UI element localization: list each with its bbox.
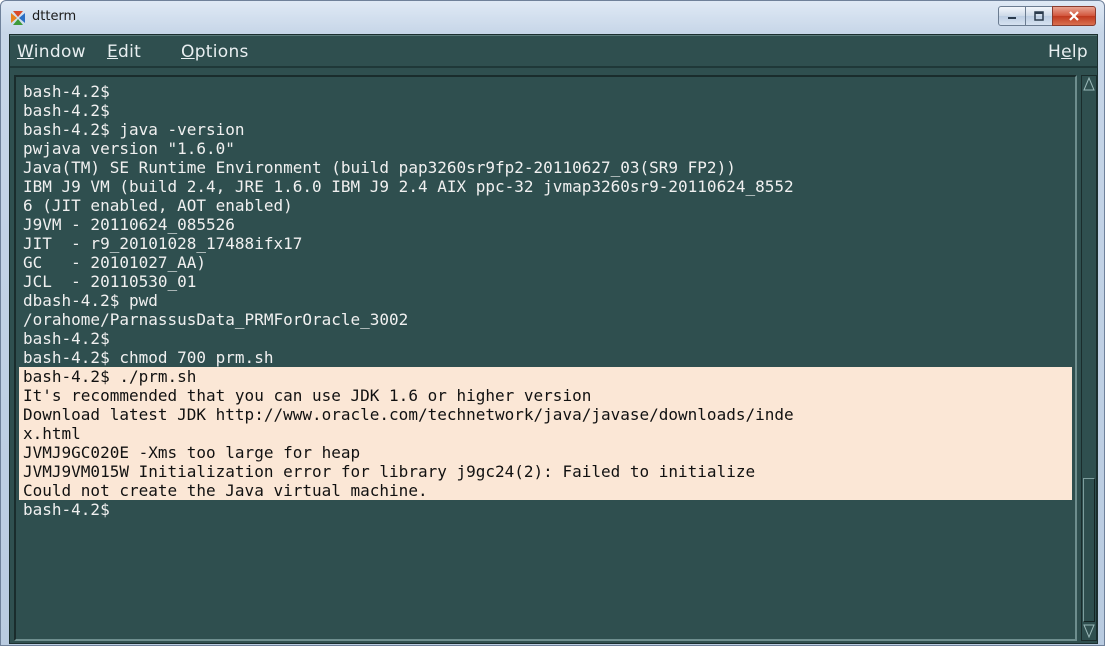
scrollbar-thumb[interactable] xyxy=(1083,478,1095,622)
menu-help[interactable]: Help xyxy=(1048,42,1088,62)
terminal-frame: bash-4.2$ bash-4.2$ bash-4.2$ java -vers… xyxy=(14,75,1077,641)
terminal-line: bash-4.2$ xyxy=(23,500,110,519)
minimize-button[interactable] xyxy=(998,6,1026,26)
terminal-line-highlighted: x.html xyxy=(19,424,1072,443)
terminal-line-highlighted: It's recommended that you can use JDK 1.… xyxy=(19,386,1072,405)
terminal-line-highlighted: bash-4.2$ ./prm.sh xyxy=(19,367,1072,386)
terminal-line: JCL - 20110530_01 xyxy=(23,272,197,291)
terminal-line: bash-4.2$ xyxy=(23,82,110,101)
menu-window-mnemonic: W xyxy=(17,42,34,62)
menu-edit-label: dit xyxy=(118,42,142,62)
menu-options[interactable]: Options xyxy=(181,42,249,62)
terminal-line: GC - 20101027_AA) xyxy=(23,253,207,272)
close-button[interactable] xyxy=(1052,6,1096,26)
window-controls xyxy=(998,6,1096,26)
window-title: dtterm xyxy=(32,9,77,24)
maximize-button[interactable] xyxy=(1025,6,1053,26)
terminal-line-highlighted: JVMJ9GC020E -Xms too large for heap xyxy=(19,443,1072,462)
terminal-output[interactable]: bash-4.2$ bash-4.2$ bash-4.2$ java -vers… xyxy=(19,80,1072,636)
menu-edit[interactable]: Edit xyxy=(107,42,141,62)
terminal-line: J9VM - 20110624_085526 xyxy=(23,215,235,234)
terminal-line-highlighted: Download latest JDK http://www.oracle.co… xyxy=(19,405,1072,424)
scroll-up-arrow-icon[interactable] xyxy=(1083,77,1095,91)
terminal-line: bash-4.2$ xyxy=(23,101,110,120)
title-bar[interactable]: dtterm xyxy=(1,1,1104,35)
minimize-icon xyxy=(1008,17,1016,19)
terminal-line: bash-4.2$ java -version xyxy=(23,120,245,139)
dtterm-client-area: Window Edit Options Help bash-4.2$ bash-… xyxy=(9,34,1098,644)
menu-bar: Window Edit Options Help xyxy=(10,35,1097,68)
app-window: dtterm Window Edit Options Help bash-4.2… xyxy=(0,0,1105,646)
scroll-down-arrow-icon[interactable] xyxy=(1083,624,1095,638)
terminal-line: dbash-4.2$ pwd xyxy=(23,291,158,310)
terminal-line: bash-4.2$ xyxy=(23,329,110,348)
terminal-line: Java(TM) SE Runtime Environment (build p… xyxy=(23,158,736,177)
maximize-icon xyxy=(1034,11,1044,21)
menu-options-label: ptions xyxy=(194,42,249,62)
menu-window[interactable]: Window xyxy=(17,42,86,62)
menu-help-suffix: lp xyxy=(1071,42,1088,62)
terminal-line: 6 (JIT enabled, AOT enabled) xyxy=(23,196,293,215)
terminal-line-highlighted: Could not create the Java virtual machin… xyxy=(19,481,1072,500)
dtterm-app-icon xyxy=(11,11,25,25)
terminal-line: /orahome/ParnassusData_PRMForOracle_3002 xyxy=(23,310,409,329)
menu-window-label: indow xyxy=(33,42,86,62)
menu-edit-mnemonic: E xyxy=(107,42,119,62)
terminal-line: JIT - r9_20101028_17488ifx17 xyxy=(23,234,303,253)
terminal-line: bash-4.2$ chmod 700 prm.sh xyxy=(23,348,274,367)
terminal-line-highlighted: JVMJ9VM015W Initialization error for lib… xyxy=(19,462,1072,481)
menu-options-mnemonic: O xyxy=(181,42,195,62)
menu-help-mnemonic: e xyxy=(1061,42,1072,62)
terminal-line: pwjava version "1.6.0" xyxy=(23,139,235,158)
close-icon xyxy=(1069,11,1079,21)
menu-help-prefix: H xyxy=(1048,42,1062,62)
terminal-line: IBM J9 VM (build 2.4, JRE 1.6.0 IBM J9 2… xyxy=(23,177,794,196)
vertical-scrollbar[interactable] xyxy=(1081,75,1097,641)
